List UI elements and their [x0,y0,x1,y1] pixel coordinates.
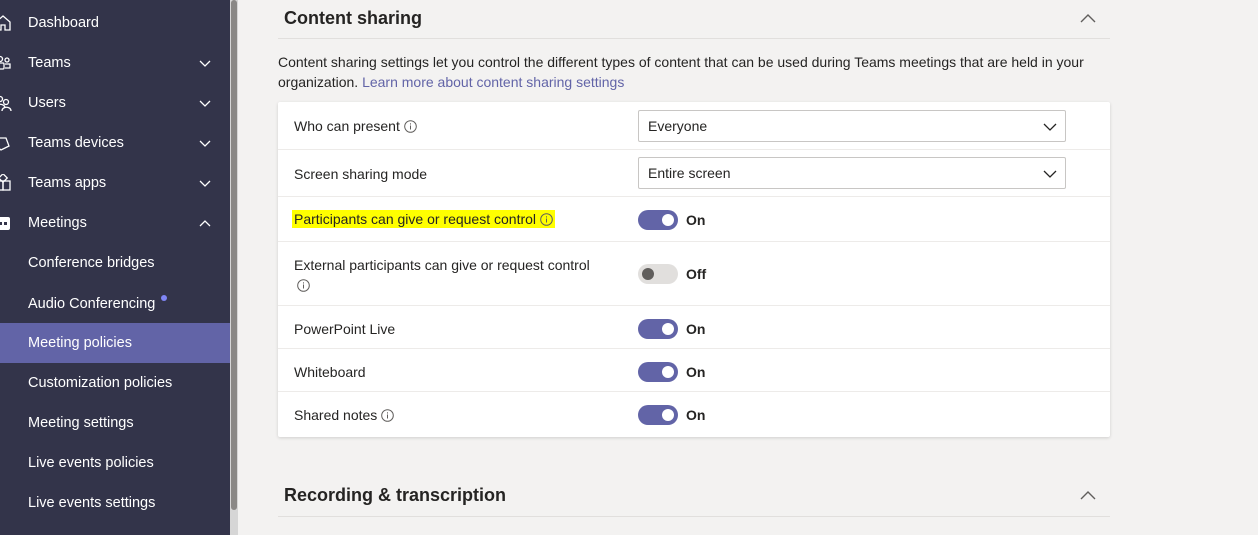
setting-label-text: Shared notes [294,407,378,423]
toggle-knob [662,323,674,335]
powerpoint-live-toggle[interactable] [638,319,678,339]
chevron-down-icon [1043,123,1057,131]
notification-dot [161,294,168,301]
nav-label: Meeting policies [28,335,132,351]
setting-label: Screen sharing mode [294,166,428,182]
nav-label: Audio Conferencing [28,294,168,312]
info-icon[interactable] [381,409,395,422]
toggle-knob [662,366,674,378]
dropdown-value: Everyone [648,118,708,134]
external-participants-control-toggle[interactable] [638,264,678,284]
nav-item-audio-conferencing[interactable]: Audio Conferencing [0,283,230,323]
nav-label: Teams [28,55,71,71]
chevron-down-icon[interactable] [198,96,212,110]
whiteboard-toggle[interactable] [638,362,678,382]
nav-item-live-events-policies[interactable]: Live events policies [0,443,230,483]
nav-label: Dashboard [28,15,99,31]
nav-label: Teams devices [28,135,124,151]
divider [278,38,1110,39]
nav-item-conference-bridges[interactable]: Conference bridges [0,243,230,283]
teams-icon [0,55,11,70]
learn-more-link[interactable]: Learn more about content sharing setting… [362,74,624,90]
nav-label: Users [28,95,66,111]
apps-icon [0,174,11,191]
chevron-down-icon[interactable] [198,56,212,70]
toggle-state: Off [686,266,707,282]
who-can-present-dropdown[interactable]: Everyone [638,110,1066,142]
nav-item-teams-apps[interactable]: Teams apps [0,163,230,203]
home-icon [0,15,11,31]
chevron-down-icon[interactable] [198,176,212,190]
info-icon[interactable] [404,120,417,133]
nav-item-meeting-policies[interactable]: Meeting policies [0,323,230,363]
nav-item-customization-policies[interactable]: Customization policies [0,363,230,403]
toggle-state: On [686,407,706,423]
setting-row-shared-notes: Shared notes On [278,392,1110,437]
toggle-state: On [686,321,706,337]
setting-row-who-can-present: Who can present Everyone [278,102,1110,150]
setting-label: Shared notes [294,407,395,423]
chevron-up-icon[interactable] [1078,10,1098,26]
nav-item-meetings[interactable]: Meetings [0,203,230,243]
sidebar-scrollbar[interactable] [230,0,238,535]
setting-row-external-participants-control: External participants can give or reques… [278,242,1110,306]
toggle-knob [642,268,654,280]
settings-card: Who can present Everyone Screen sharing … [278,102,1110,437]
meetings-icon [0,217,10,230]
left-navigation: Dashboard Teams Users Teams devices Team… [0,0,230,535]
toggle-state: On [686,212,706,228]
info-icon[interactable] [297,279,310,292]
screen-sharing-mode-dropdown[interactable]: Entire screen [638,157,1066,189]
setting-label: Participants can give or request control [292,210,556,228]
section-description: Content sharing settings let you control… [278,52,1108,92]
nav-item-meeting-settings[interactable]: Meeting settings [0,403,230,443]
nav-label: Live events settings [28,495,156,511]
nav-label: Live events policies [28,455,154,471]
setting-label-text: Who can present [294,118,400,134]
scrollbar-thumb[interactable] [231,0,237,510]
participants-control-toggle[interactable] [638,210,678,230]
chevron-down-icon[interactable] [198,136,212,150]
chevron-down-icon [1043,170,1057,178]
setting-label-text: Participants can give or request control [294,211,537,227]
dropdown-value: Entire screen [648,165,731,181]
divider [278,516,1110,517]
nav-item-users[interactable]: Users [0,83,230,123]
shared-notes-toggle[interactable] [638,405,678,425]
nav-label: Conference bridges [28,255,155,271]
setting-row-powerpoint-live: PowerPoint Live On [278,306,1110,349]
nav-item-live-events-settings[interactable]: Live events settings [0,483,230,523]
nav-label: Teams apps [28,175,107,191]
nav-label: Meetings [28,215,87,231]
highlighted-label: Participants can give or request control [292,210,556,228]
toggle-state: On [686,364,706,380]
setting-row-screen-sharing-mode: Screen sharing mode Entire screen [278,150,1110,197]
nav-item-dashboard[interactable]: Dashboard [0,3,230,43]
setting-label: External participants can give or reques… [294,257,590,273]
chevron-up-icon[interactable] [198,216,212,230]
setting-row-whiteboard: Whiteboard On [278,349,1110,392]
setting-row-participants-control: Participants can give or request control… [278,197,1110,242]
nav-item-teams[interactable]: Teams [0,43,230,83]
chevron-up-icon[interactable] [1078,487,1098,503]
section-title-content-sharing: Content sharing [284,8,422,28]
nav-label: Meeting settings [28,415,134,431]
section-title-recording-transcription: Recording & transcription [284,485,507,505]
setting-label: Whiteboard [294,364,366,380]
nav-label: Customization policies [28,375,173,391]
toggle-knob [662,214,674,226]
setting-label: PowerPoint Live [294,321,396,337]
setting-label: Who can present [294,118,417,134]
users-icon [0,95,12,112]
devices-icon [0,137,10,151]
nav-label-text: Audio Conferencing [28,295,156,312]
info-icon[interactable] [540,213,553,226]
nav-item-teams-devices[interactable]: Teams devices [0,123,230,163]
toggle-knob [662,409,674,421]
